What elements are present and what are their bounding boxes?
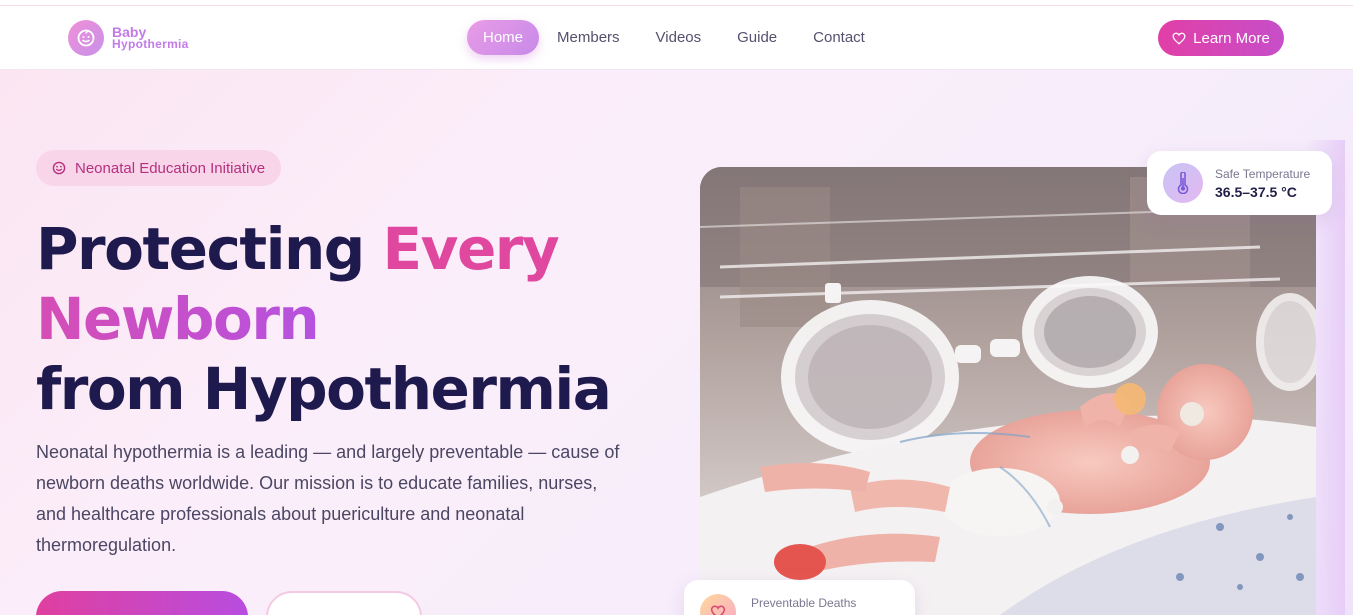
title-highlight-newborn: Newborn (36, 285, 320, 353)
deaths-label: Preventable Deaths (751, 596, 857, 610)
temperature-value: 36.5–37.5 °C (1215, 183, 1297, 200)
nav-members[interactable]: Members (539, 20, 638, 55)
title-part1: Protecting (36, 215, 383, 283)
hero-photo-incubator (700, 167, 1316, 615)
nav-contact[interactable]: Contact (795, 20, 883, 55)
brand-logo[interactable]: Baby Hypothermia (68, 20, 189, 56)
learn-more-label: Learn More (1193, 29, 1270, 47)
title-part2: from Hypothermia (36, 355, 612, 423)
nav-home[interactable]: Home (467, 20, 540, 55)
main-nav: Home Members Videos Guide Contact (467, 20, 883, 55)
baby-face-icon (68, 20, 104, 56)
hero-title: Protecting Every Newborn from Hypothermi… (36, 214, 656, 424)
initiative-badge: Neonatal Education Initiative (36, 150, 282, 186)
preventable-deaths-card: Preventable Deaths (684, 580, 915, 615)
smile-icon (52, 161, 66, 175)
heart-icon (1172, 32, 1186, 45)
learn-more-button[interactable]: Learn More (1158, 20, 1284, 56)
nav-guide[interactable]: Guide (719, 20, 795, 55)
title-highlight-every: Every (382, 215, 560, 283)
thermometer-icon (1163, 163, 1203, 203)
temperature-label: Safe Temperature (1215, 166, 1311, 181)
badge-label: Neonatal Education Initiative (75, 159, 266, 177)
safe-temperature-card: Safe Temperature 36.5–37.5 °C (1147, 151, 1332, 215)
nav-videos[interactable]: Videos (638, 20, 720, 55)
navbar: Baby Hypothermia Home Members Videos Gui… (0, 6, 1353, 70)
heart-icon (700, 594, 736, 615)
brand-name: Baby Hypothermia (112, 25, 189, 51)
primary-cta-button[interactable] (36, 591, 248, 615)
brand-line2: Hypothermia (112, 37, 189, 51)
hero-description: Neonatal hypothermia is a leading — and … (36, 442, 620, 555)
secondary-cta-button[interactable] (266, 591, 422, 615)
